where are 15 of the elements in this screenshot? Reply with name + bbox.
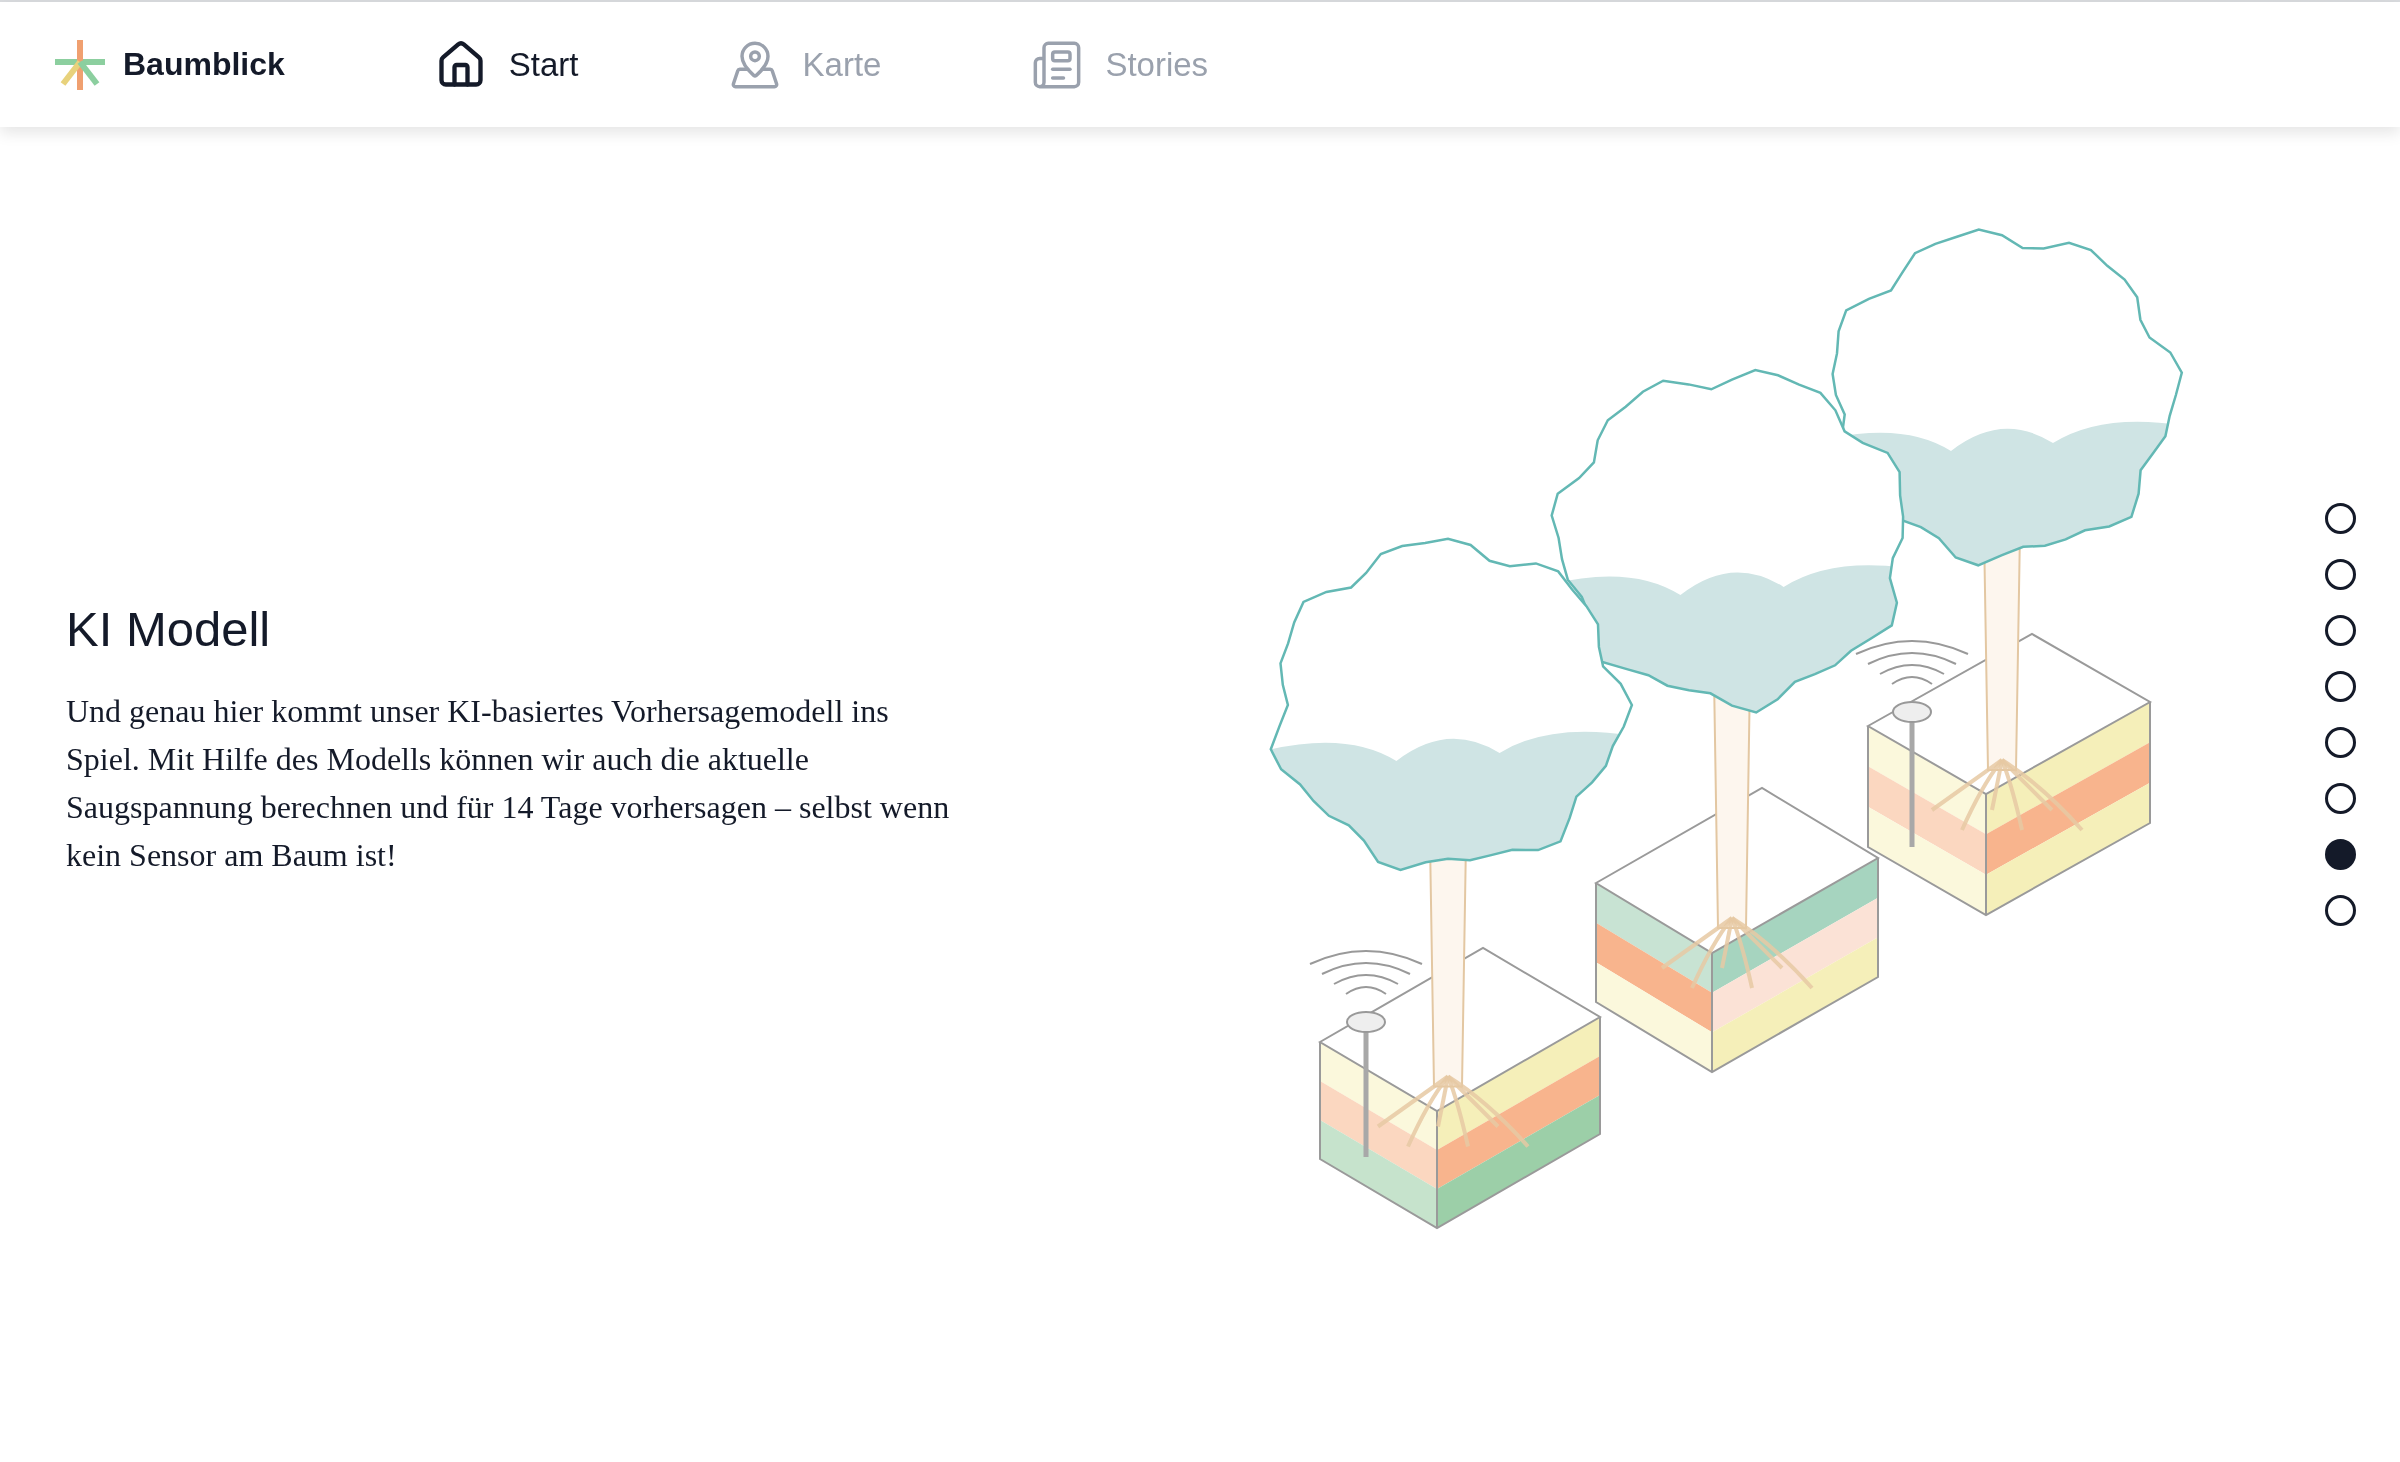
- pager-dot[interactable]: [2324, 783, 2356, 814]
- pager-dot[interactable]: [2324, 727, 2356, 758]
- nav-link[interactable]: Stories: [1031, 38, 1209, 91]
- pager-dot[interactable]: [2324, 503, 2356, 534]
- pager-dot[interactable]: [2324, 559, 2356, 590]
- brand-name: Baumblick: [123, 46, 285, 83]
- pager-dot[interactable]: [2324, 839, 2356, 870]
- nav-link[interactable]: Karte: [728, 38, 882, 91]
- pager-dot[interactable]: [2324, 895, 2356, 926]
- pager-dot[interactable]: [2324, 615, 2356, 646]
- section-title: KI Modell: [66, 600, 272, 657]
- nav-link[interactable]: Start: [434, 38, 579, 91]
- logo-icon: [55, 39, 105, 90]
- pager-dot[interactable]: [2324, 671, 2356, 702]
- section-text: Und genau hier kommt unser KI-basiertes Vorhersagemodell ins Spiel. Mit Hilfe des Modells können wir auch die aktuelle Saugspannung berechnen und für 14 Tage vorhersagen – selbst wenn kein Sensor am Baum ist!: [66, 691, 951, 875]
